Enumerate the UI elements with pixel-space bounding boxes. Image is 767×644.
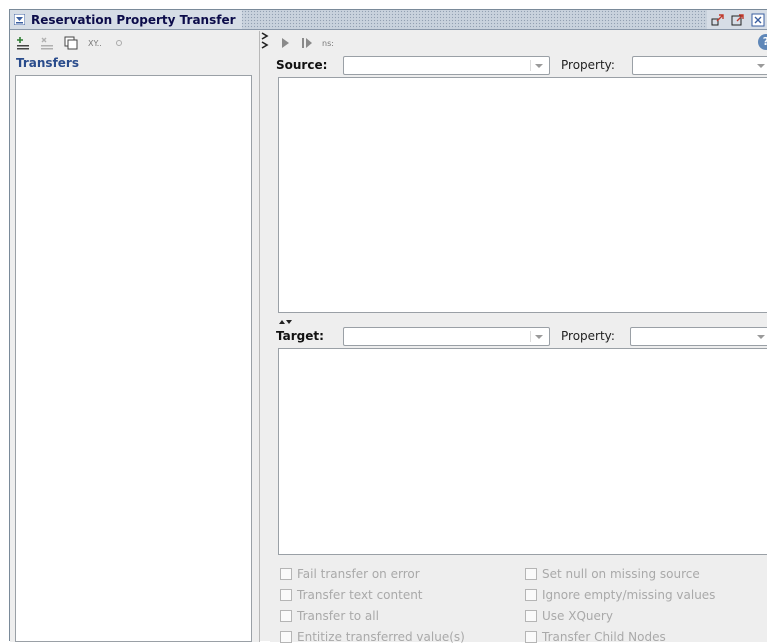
- source-step-select[interactable]: [343, 56, 550, 75]
- add-transfer-icon[interactable]: [16, 36, 30, 50]
- chevron-down-icon: [535, 335, 543, 339]
- run-all-icon[interactable]: [300, 36, 314, 50]
- namespace-icon[interactable]: ns:: [322, 39, 334, 48]
- xpath-icon[interactable]: XY..: [88, 39, 102, 48]
- status-dot-icon: [112, 36, 126, 50]
- property-transfer-window: Reservation Property Transfer XY.. Trans…: [9, 9, 767, 644]
- option-label: Ignore empty/missing values: [542, 588, 716, 602]
- target-xpath-editor[interactable]: [278, 348, 767, 555]
- transfer-editor-pane: ns: ? Source: Property: Target:: [270, 31, 767, 644]
- source-property-label: Property:: [561, 58, 615, 72]
- checkbox-box[interactable]: [525, 631, 537, 643]
- collapse-panel-icon[interactable]: [14, 14, 25, 25]
- target-step-select[interactable]: [343, 327, 550, 346]
- option-label: Fail transfer on error: [297, 567, 420, 581]
- splitter-toggle-icon[interactable]: [261, 32, 269, 50]
- source-xpath-editor[interactable]: [278, 77, 767, 313]
- source-label: Source:: [276, 58, 328, 72]
- close-icon[interactable]: [751, 13, 765, 27]
- fail-transfer-checkbox[interactable]: Fail transfer on error: [280, 567, 420, 581]
- source-select-separator: [530, 60, 531, 71]
- target-property-label: Property:: [561, 329, 615, 343]
- target-property-select[interactable]: [630, 327, 767, 346]
- checkbox-box[interactable]: [525, 568, 537, 580]
- transfers-pane: XY.. Transfers: [10, 31, 260, 642]
- chevron-down-icon: [535, 64, 543, 68]
- option-label: Set null on missing source: [542, 567, 700, 581]
- chevron-down-icon: [757, 335, 765, 339]
- option-label: Entitize transferred value(s): [297, 630, 465, 644]
- transfers-heading: Transfers: [16, 56, 79, 70]
- ignore-empty-values-checkbox[interactable]: Ignore empty/missing values: [525, 588, 715, 602]
- editor-split-toggle-icon[interactable]: [278, 315, 292, 324]
- checkbox-box[interactable]: [280, 631, 292, 643]
- source-property-select[interactable]: [632, 56, 767, 75]
- transfer-to-all-checkbox[interactable]: Transfer to all: [280, 609, 379, 623]
- option-label: Use XQuery: [542, 609, 613, 623]
- option-label: Transfer text content: [297, 588, 423, 602]
- detach-icon[interactable]: [711, 13, 725, 27]
- transfer-text-content-checkbox[interactable]: Transfer text content: [280, 588, 423, 602]
- target-select-separator: [530, 331, 531, 342]
- title-right-group: [707, 10, 767, 29]
- remove-transfer-icon[interactable]: [40, 36, 54, 50]
- run-icon[interactable]: [278, 36, 292, 50]
- title-left-group: Reservation Property Transfer: [10, 10, 242, 29]
- checkbox-box[interactable]: [280, 589, 292, 601]
- option-label: Transfer Child Nodes: [542, 630, 666, 644]
- checkbox-box[interactable]: [525, 589, 537, 601]
- window-title: Reservation Property Transfer: [31, 12, 236, 27]
- transfers-toolbar: XY..: [16, 34, 126, 52]
- transfer-child-nodes-checkbox[interactable]: Transfer Child Nodes: [525, 630, 666, 644]
- title-bar: Reservation Property Transfer: [10, 10, 767, 30]
- transfers-list[interactable]: [15, 75, 252, 642]
- help-icon[interactable]: ?: [758, 34, 767, 50]
- checkbox-box[interactable]: [280, 610, 292, 622]
- entitize-values-checkbox[interactable]: Entitize transferred value(s): [280, 630, 465, 644]
- use-xquery-checkbox[interactable]: Use XQuery: [525, 609, 613, 623]
- option-label: Transfer to all: [297, 609, 379, 623]
- set-null-missing-source-checkbox[interactable]: Set null on missing source: [525, 567, 700, 581]
- target-label: Target:: [276, 329, 324, 343]
- checkbox-box[interactable]: [525, 610, 537, 622]
- float-icon[interactable]: [731, 13, 745, 27]
- copy-icon[interactable]: [64, 36, 78, 50]
- editor-toolbar: ns:: [278, 34, 334, 52]
- checkbox-box[interactable]: [280, 568, 292, 580]
- chevron-down-icon: [757, 64, 765, 68]
